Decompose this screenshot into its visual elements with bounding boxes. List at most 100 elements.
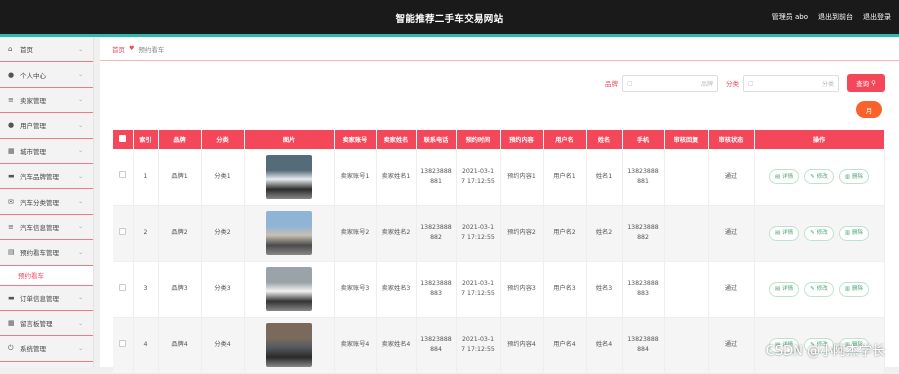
row-select-cell: [113, 205, 133, 261]
booking-content-cell: 预约内容2: [500, 205, 543, 261]
brand-cell: 品牌3: [158, 261, 201, 317]
brand-cell: 品牌1: [158, 149, 201, 205]
mobile-cell: 13823888884: [622, 317, 664, 373]
chevron-down-icon: ⌄: [78, 223, 83, 230]
booking-content-cell: 预约内容4: [500, 317, 543, 373]
grid-icon: ▦: [8, 147, 17, 155]
select-all-header[interactable]: [113, 130, 133, 149]
mobile-cell-text: 13823888: [623, 167, 664, 177]
sidebar-item[interactable]: ▦城市管理⌄: [0, 139, 93, 164]
row-checkbox[interactable]: [119, 340, 126, 347]
sidebar-item[interactable]: ●用户管理⌄: [0, 113, 93, 138]
sidebar-item[interactable]: ⏻系统管理⌄: [0, 336, 93, 361]
brand-cell: 品牌2: [158, 205, 201, 261]
search-button[interactable]: 查询 ⚲: [847, 74, 885, 92]
delete-button[interactable]: ▥删除: [839, 226, 869, 241]
mobile-cell-text: 13823888: [623, 335, 664, 345]
row-checkbox[interactable]: [119, 228, 126, 235]
order-icon: ▬: [8, 294, 17, 302]
chevron-down-icon: ⌄: [78, 122, 83, 129]
chevron-down-icon: ⌄: [78, 46, 83, 53]
category-cell-text: 分类4: [202, 340, 244, 350]
add-button[interactable]: 月: [856, 101, 882, 118]
booking-content-cell-text: 预约内容1: [501, 172, 543, 182]
admin-label: 管理员 abo: [772, 12, 808, 22]
actions-cell: ▤详情 ✎修改 ▥删除: [754, 205, 884, 261]
booking-time-cell-text: 2021-03-1: [457, 223, 500, 233]
sidebar-item[interactable]: ▤预约看车管理⌄: [0, 240, 93, 265]
seller-account-cell: 卖家账号2: [334, 205, 376, 261]
category-label: 分类: [726, 78, 739, 88]
booking-content-cell-text: 预约内容4: [501, 340, 543, 350]
delete-button[interactable]: ▥删除: [839, 169, 869, 184]
booking-time-cell: 2021-03-17 17:12:55: [456, 261, 500, 317]
sidebar-item[interactable]: ≡卖家管理⌄: [0, 88, 93, 113]
pencil-icon: ✎: [810, 228, 815, 238]
column-header: 姓名: [586, 130, 622, 149]
mobile-cell-text: 13823888: [623, 279, 664, 289]
sidebar-item[interactable]: ▬汽车品牌管理⌄: [0, 164, 93, 189]
name-cell: 姓名2: [586, 205, 622, 261]
edit-button[interactable]: ✎修改: [804, 226, 834, 241]
list-icon: ≡: [8, 223, 17, 231]
back-to-front-link[interactable]: 退出到前台: [818, 12, 853, 22]
search-icon: ⚲: [871, 79, 876, 87]
sidebar-item-label: 个人中心: [20, 70, 46, 80]
category-cell-text: 分类1: [202, 172, 244, 182]
detail-button[interactable]: ▤详情: [769, 226, 799, 241]
doc-icon: ▤: [775, 172, 780, 182]
sidebar-item[interactable]: ⌂首页⌄: [0, 37, 93, 62]
detail-button[interactable]: ▤详情: [769, 169, 799, 184]
column-header: 手机: [622, 130, 664, 149]
chevron-down-icon: ⌄: [78, 96, 83, 103]
username-cell: 用户名2: [543, 205, 586, 261]
name-cell: 姓名4: [586, 317, 622, 373]
sidebar-item[interactable]: ▦留言板管理⌄: [0, 311, 93, 336]
row-checkbox[interactable]: [119, 284, 126, 291]
edit-button[interactable]: ✎修改: [804, 282, 834, 297]
breadcrumb-home[interactable]: 首页: [112, 44, 125, 54]
booking-time-cell-text: 2021-03-1: [457, 335, 500, 345]
car-photo[interactable]: [266, 155, 312, 199]
mobile-cell-text: 883: [623, 289, 664, 299]
category-search-input[interactable]: ▢ 分类: [743, 75, 839, 92]
seller-name-cell-text: 卖家姓名4: [377, 340, 416, 350]
delete-button-label: 删除: [852, 172, 863, 182]
row-checkbox[interactable]: [119, 171, 126, 178]
brand-search-input[interactable]: ▢ 品牌: [622, 75, 718, 92]
booking-time-cell-text: 7 17:12:55: [457, 233, 500, 243]
detail-button[interactable]: ▤详情: [769, 282, 799, 297]
category-placeholder: 分类: [822, 79, 834, 88]
status-cell-text: 通过: [709, 228, 754, 238]
booking-content-cell-text: 预约内容2: [501, 228, 543, 238]
edit-button-label: 修改: [817, 228, 828, 238]
username-cell: 用户名3: [543, 261, 586, 317]
select-all-checkbox[interactable]: [119, 135, 126, 142]
seller-name-cell: 卖家姓名4: [376, 317, 416, 373]
detail-button-label: 详情: [782, 172, 793, 182]
sidebar-item[interactable]: ✉汽车分类管理⌄: [0, 189, 93, 214]
seller-account-cell-text: 卖家账号4: [335, 340, 376, 350]
delete-button[interactable]: ▥删除: [839, 282, 869, 297]
booking-content-cell: 预约内容3: [500, 261, 543, 317]
name-cell: 姓名1: [586, 149, 622, 205]
header-links: 管理员 abo 退出到前台 退出登录: [772, 12, 891, 22]
sidebar-item[interactable]: ▬订单信息管理⌄: [0, 286, 93, 311]
car-photo[interactable]: [266, 267, 312, 311]
edit-button[interactable]: ✎修改: [804, 169, 834, 184]
table-row: 3品牌3分类3卖家账号3卖家姓名3138238888832021-03-17 1…: [113, 261, 884, 317]
sidebar-subitem-booking[interactable]: 预约看车: [0, 266, 93, 286]
home-icon: ⌂: [8, 45, 17, 53]
chevron-down-icon: ⌄: [78, 294, 83, 301]
column-header: 预约内容: [500, 130, 543, 149]
sidebar-item[interactable]: ●个人中心⌄: [0, 62, 93, 87]
phone-cell-text: 13823888: [417, 167, 456, 177]
car-photo[interactable]: [266, 323, 312, 367]
status-cell-text: 通过: [709, 340, 754, 350]
reply-cell: [664, 317, 708, 373]
username-cell: 用户名4: [543, 317, 586, 373]
car-photo[interactable]: [266, 211, 312, 255]
logout-link[interactable]: 退出登录: [863, 12, 891, 22]
doc-icon: ▤: [775, 284, 780, 294]
sidebar-item[interactable]: ≡汽车信息管理⌄: [0, 215, 93, 240]
